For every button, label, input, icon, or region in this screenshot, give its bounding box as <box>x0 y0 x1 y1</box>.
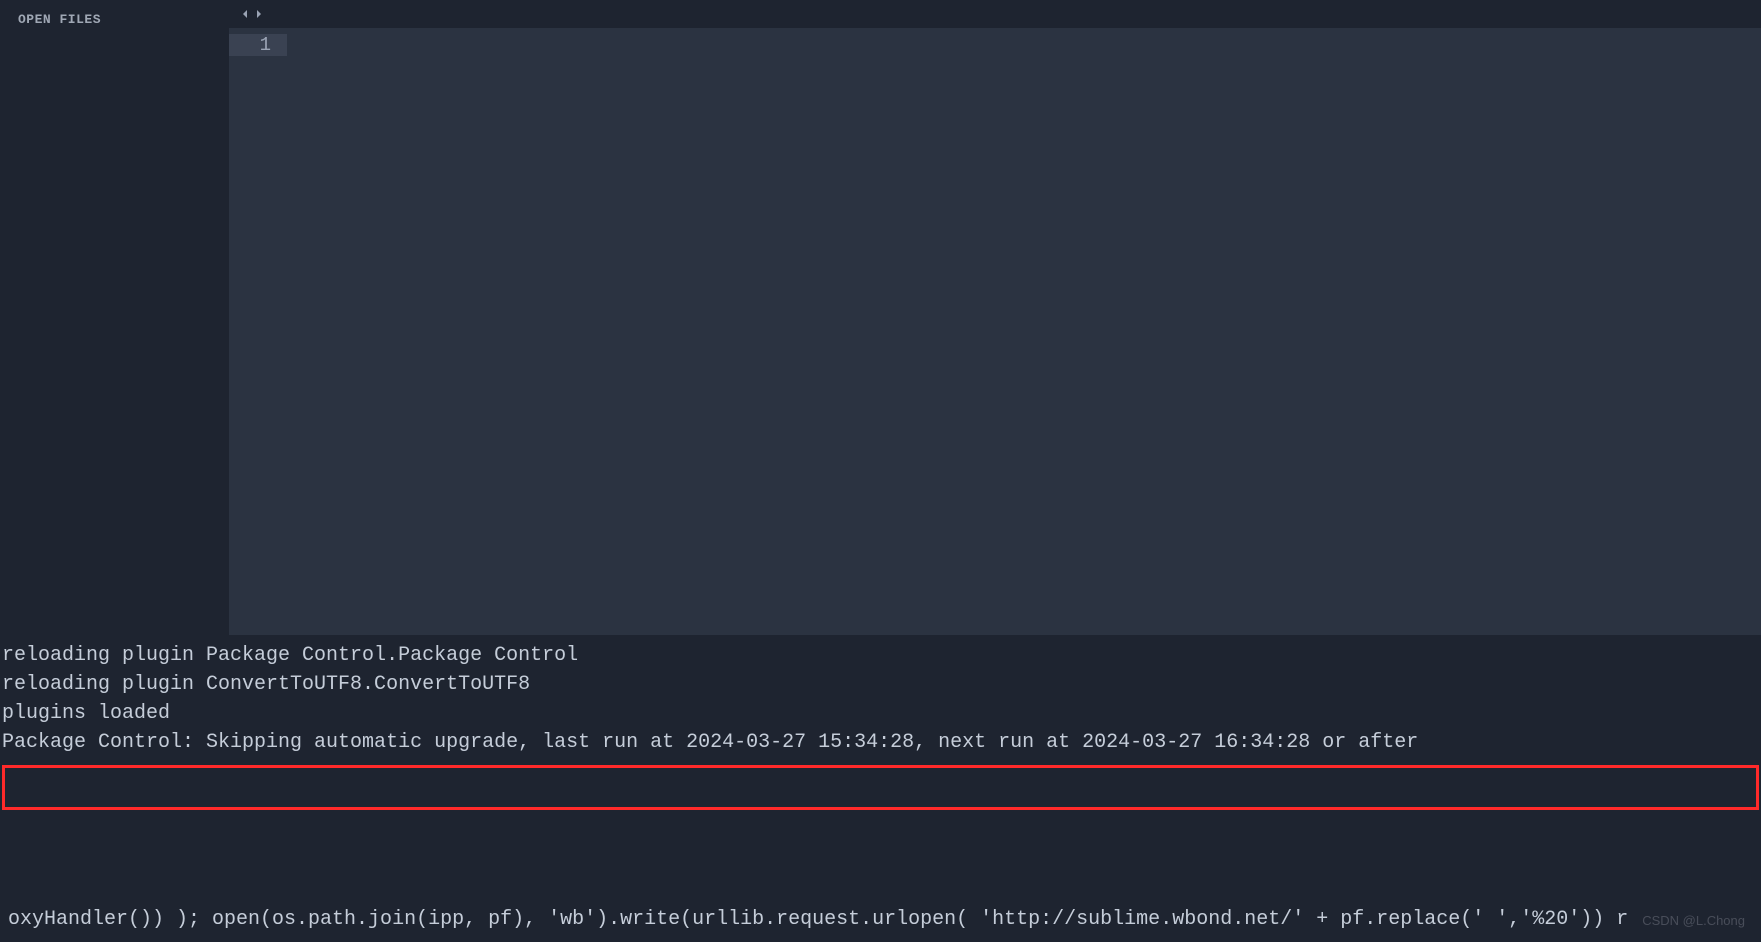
console-input[interactable]: oxyHandler()) ); open(os.path.join(ipp, … <box>0 899 1761 942</box>
tab-prev-icon[interactable] <box>239 8 251 20</box>
console-line: Package Control: Skipping automatic upgr… <box>0 728 1761 757</box>
watermark: CSDN @L.Chong <box>1642 913 1745 928</box>
minimap[interactable] <box>1516 28 1761 635</box>
main-container: OPEN FILES 1 <box>0 0 1761 635</box>
editor[interactable]: 1 <box>229 28 1761 635</box>
console-line: plugins loaded <box>0 699 1761 728</box>
tab-next-icon[interactable] <box>253 8 265 20</box>
console-output[interactable]: reloading plugin Package Control.Package… <box>0 635 1761 942</box>
console-line: reloading plugin ConvertToUTF8.ConvertTo… <box>0 670 1761 699</box>
editor-wrap: 1 <box>229 0 1761 635</box>
gutter: 1 <box>229 28 287 635</box>
open-files-header[interactable]: OPEN FILES <box>0 0 229 39</box>
console-blank-line <box>0 757 1761 786</box>
tab-bar <box>229 0 1761 28</box>
line-number: 1 <box>229 34 287 56</box>
console-line: reloading plugin Package Control.Package… <box>0 641 1761 670</box>
code-area[interactable] <box>287 28 1516 635</box>
sidebar: OPEN FILES <box>0 0 229 635</box>
